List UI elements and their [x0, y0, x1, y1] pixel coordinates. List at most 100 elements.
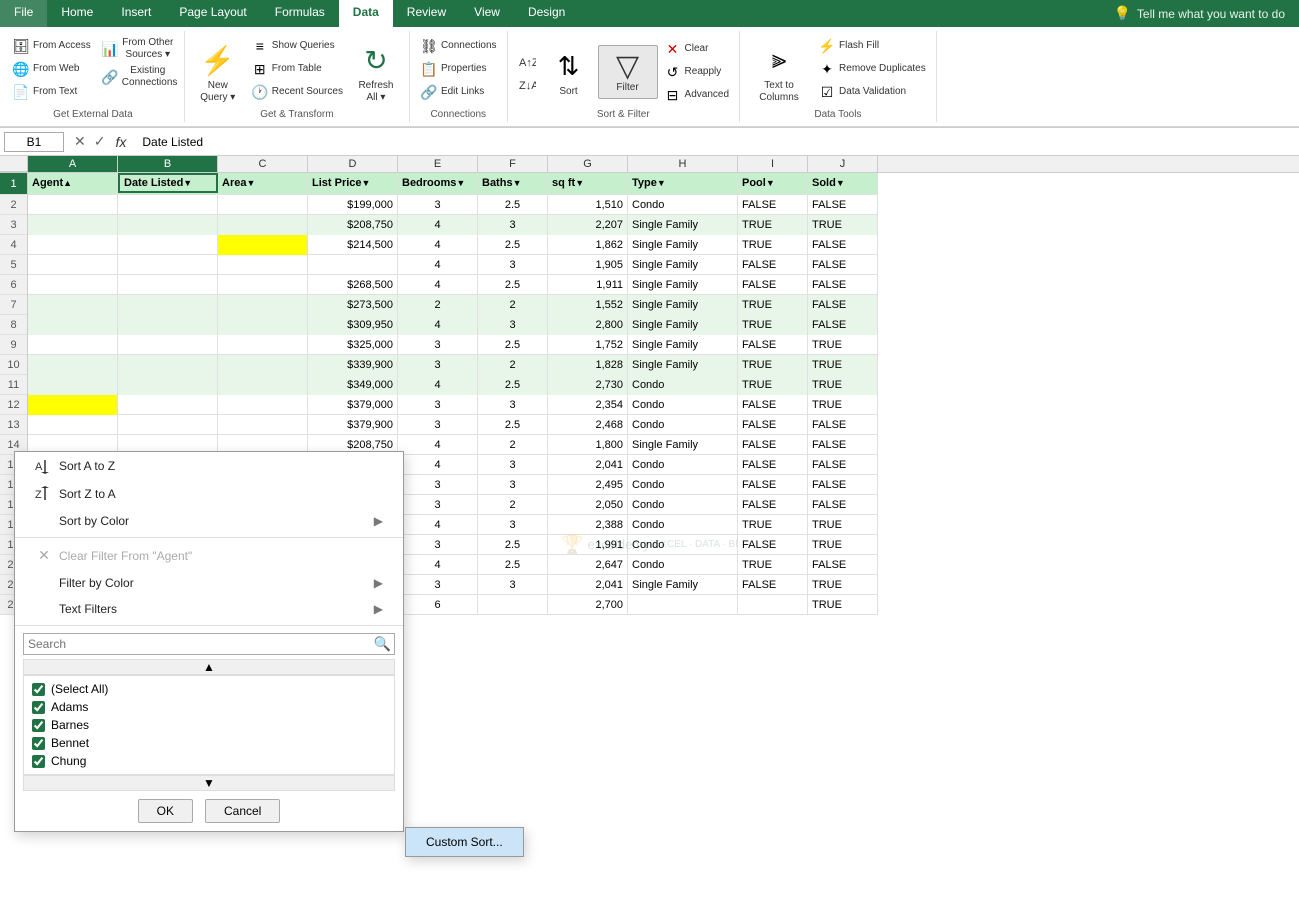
- col-header-I[interactable]: I: [738, 156, 808, 172]
- filter-button[interactable]: ▽ Filter: [598, 45, 658, 99]
- tab-page-layout[interactable]: Page Layout: [165, 0, 260, 27]
- table-row: $199,000 3 2.5 1,510 Condo FALSE FALSE: [28, 195, 878, 215]
- col-header-G[interactable]: G: [548, 156, 628, 172]
- from-web-label: From Web: [33, 63, 80, 75]
- row-num-2[interactable]: 2: [0, 195, 27, 215]
- existing-connections-label: Existing Connections: [122, 65, 174, 89]
- checkbox-barnes[interactable]: Barnes: [32, 716, 386, 734]
- data-validation-button[interactable]: ☑ Data Validation: [814, 81, 930, 103]
- row-num-3[interactable]: 3: [0, 215, 27, 235]
- menu-separator-2: [15, 625, 403, 626]
- table-row: $273,500 2 2 1,552 Single Family TRUE FA…: [28, 295, 878, 315]
- from-text-icon: 📄: [12, 83, 30, 101]
- checkbox-adams-input[interactable]: [32, 701, 45, 714]
- refresh-all-button[interactable]: ↻ RefreshAll ▾: [349, 35, 403, 109]
- tab-view[interactable]: View: [460, 0, 514, 27]
- checkbox-select-all-input[interactable]: [32, 683, 45, 696]
- row-num-13[interactable]: 13: [0, 415, 27, 435]
- cancel-formula-icon[interactable]: ✕: [72, 131, 88, 152]
- col-header-H[interactable]: H: [628, 156, 738, 172]
- scroll-up-button[interactable]: ▲: [23, 659, 395, 675]
- connections-button[interactable]: ⛓ Connections: [416, 35, 501, 57]
- properties-button[interactable]: 📋 Properties: [416, 58, 501, 80]
- new-query-button[interactable]: ⚡ NewQuery ▾: [191, 35, 245, 109]
- tab-design[interactable]: Design: [514, 0, 579, 27]
- menu-text-filters[interactable]: Text Filters ▶: [15, 596, 403, 622]
- tab-file[interactable]: File: [0, 0, 47, 27]
- col-header-E[interactable]: E: [398, 156, 478, 172]
- row-num-7[interactable]: 7: [0, 295, 27, 315]
- row-num-4[interactable]: 4: [0, 235, 27, 255]
- col-header-C[interactable]: C: [218, 156, 308, 172]
- tab-home[interactable]: Home: [47, 0, 107, 27]
- row-num-10[interactable]: 10: [0, 355, 27, 375]
- menu-sort-za[interactable]: Z Sort Z to A: [15, 480, 403, 508]
- checkbox-bennet[interactable]: Bennet: [32, 734, 386, 752]
- advanced-icon: ⊟: [664, 86, 682, 104]
- sort-az-icon: A↑Z: [518, 52, 536, 70]
- ok-button[interactable]: OK: [138, 799, 193, 823]
- header-cell-agent: Agent ▲: [28, 173, 118, 193]
- col-header-D[interactable]: D: [308, 156, 398, 172]
- recent-sources-button[interactable]: 🕐 Recent Sources: [247, 81, 347, 103]
- clear-button[interactable]: ✕ Clear: [660, 38, 733, 60]
- from-web-icon: 🌐: [12, 60, 30, 78]
- from-access-button[interactable]: 🗄 From Access: [8, 35, 95, 57]
- existing-connections-button[interactable]: 🔗 Existing Connections: [97, 63, 178, 91]
- from-table-button[interactable]: ⊞ From Table: [247, 58, 347, 80]
- reapply-button[interactable]: ↺ Reapply: [660, 61, 733, 83]
- row-num-12[interactable]: 12: [0, 395, 27, 415]
- menu-sort-az[interactable]: A Sort A to Z: [15, 452, 403, 480]
- menu-sort-za-label: Sort Z to A: [59, 487, 116, 501]
- menu-filter-by-color[interactable]: Filter by Color ▶: [15, 570, 403, 596]
- row-num-8[interactable]: 8: [0, 315, 27, 335]
- checkbox-chung[interactable]: Chung: [32, 752, 386, 770]
- checkbox-select-all[interactable]: (Select All): [32, 680, 386, 698]
- table-header-row: Agent ▲ Date Listed ▼ Area ▼ List Price …: [28, 173, 878, 195]
- tab-insert[interactable]: Insert: [107, 0, 165, 27]
- checkbox-bennet-input[interactable]: [32, 737, 45, 750]
- col-header-J[interactable]: J: [808, 156, 878, 172]
- advanced-button[interactable]: ⊟ Advanced: [660, 84, 733, 106]
- checkbox-adams[interactable]: Adams: [32, 698, 386, 716]
- row-num-5[interactable]: 5: [0, 255, 27, 275]
- from-text-button[interactable]: 📄 From Text: [8, 81, 95, 103]
- filter-search-input[interactable]: [23, 633, 395, 655]
- remove-duplicates-button[interactable]: ✦ Remove Duplicates: [814, 58, 930, 80]
- show-queries-button[interactable]: ≡ Show Queries: [247, 35, 347, 57]
- col-header-F[interactable]: F: [478, 156, 548, 172]
- tab-review[interactable]: Review: [393, 0, 460, 27]
- custom-sort-item[interactable]: Custom Sort...: [406, 828, 523, 856]
- flash-fill-button[interactable]: ⚡ Flash Fill: [814, 35, 930, 57]
- sort-az-button[interactable]: A↑Z: [514, 50, 540, 72]
- scroll-down-button[interactable]: ▼: [23, 775, 395, 791]
- row-num-11[interactable]: 11: [0, 375, 27, 395]
- filter-icon: ▽: [612, 50, 644, 82]
- tab-formulas[interactable]: Formulas: [261, 0, 339, 27]
- row-num-9[interactable]: 9: [0, 335, 27, 355]
- menu-sort-by-color[interactable]: Sort by Color ▶: [15, 508, 403, 534]
- text-to-columns-button[interactable]: ⫸ Text to Columns: [746, 35, 812, 109]
- sort-za-button[interactable]: Z↓A: [514, 73, 540, 95]
- from-web-button[interactable]: 🌐 From Web: [8, 58, 95, 80]
- show-queries-label: Show Queries: [272, 40, 335, 52]
- filter-label: Filter: [616, 82, 638, 94]
- edit-links-button[interactable]: 🔗 Edit Links: [416, 81, 501, 103]
- from-other-sources-button[interactable]: 📊 From Other Sources ▾: [97, 35, 178, 63]
- row-num-6[interactable]: 6: [0, 275, 27, 295]
- cell-reference[interactable]: [4, 132, 64, 152]
- ribbon-body: 🗄 From Access 🌐 From Web 📄 From Text 📊: [0, 27, 1299, 127]
- data-validation-label: Data Validation: [839, 86, 906, 98]
- table-row: 4 3 1,905 Single Family FALSE FALSE: [28, 255, 878, 275]
- tab-data[interactable]: Data: [339, 0, 393, 27]
- formula-input[interactable]: [138, 133, 1295, 151]
- row-num-1[interactable]: 1: [0, 173, 27, 195]
- group-get-external: 🗄 From Access 🌐 From Web 📄 From Text 📊: [2, 31, 185, 122]
- checkbox-barnes-input[interactable]: [32, 719, 45, 732]
- col-header-A[interactable]: A: [28, 156, 118, 172]
- sort-button[interactable]: ⇅ Sort: [542, 41, 596, 103]
- checkbox-chung-input[interactable]: [32, 755, 45, 768]
- cancel-button[interactable]: Cancel: [205, 799, 280, 823]
- confirm-formula-icon[interactable]: ✓: [92, 131, 108, 152]
- col-header-B[interactable]: B: [118, 156, 218, 172]
